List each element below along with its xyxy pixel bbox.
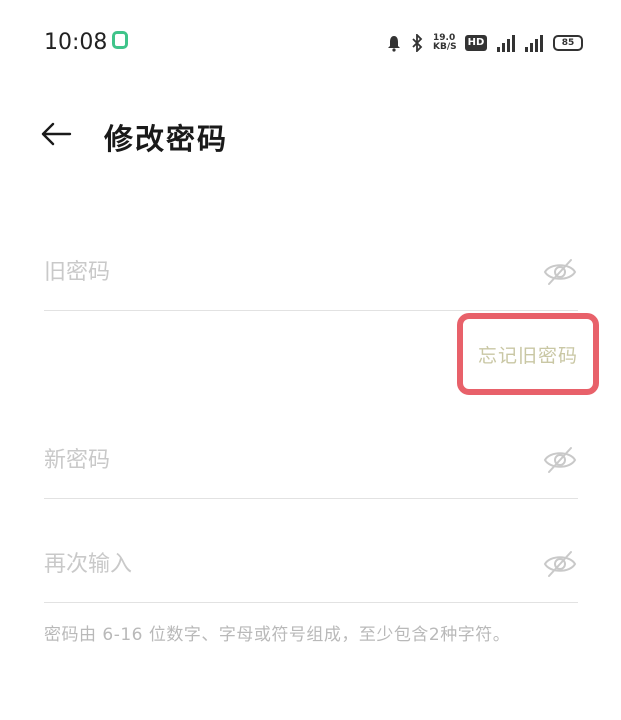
network-speed: 19.0 KB/S <box>433 34 457 52</box>
eye-off-icon <box>543 447 577 473</box>
network-speed-unit: KB/S <box>433 42 457 52</box>
header: 修改密码 <box>0 100 621 170</box>
old-password-input[interactable] <box>44 250 504 294</box>
old-password-field <box>44 240 578 311</box>
new-password-input[interactable] <box>44 438 504 482</box>
eye-off-icon <box>543 259 577 285</box>
confirm-password-field <box>44 532 578 603</box>
confirm-password-input[interactable] <box>44 542 504 586</box>
password-hint: 密码由 6-16 位数字、字母或符号组成，至少包含2种字符。 <box>44 625 511 645</box>
bluetooth-icon <box>412 34 423 52</box>
bell-muted-icon <box>388 36 400 52</box>
forgot-password-highlight: 忘记旧密码 <box>457 313 599 395</box>
signal-icon-2 <box>525 34 543 52</box>
signal-icon <box>497 34 515 52</box>
confirm-password-visibility-toggle[interactable] <box>542 546 578 582</box>
battery-icon: 85 <box>553 35 583 51</box>
status-bar: 10:08 19.0 KB/S HD 85 <box>0 0 621 90</box>
back-button[interactable] <box>38 116 74 152</box>
arrow-left-icon <box>41 122 72 146</box>
new-password-field <box>44 428 578 499</box>
new-password-visibility-toggle[interactable] <box>542 442 578 478</box>
eye-off-icon <box>543 551 577 577</box>
app-indicator-icon <box>112 31 128 49</box>
page-title: 修改密码 <box>104 122 229 156</box>
forgot-old-password-link[interactable]: 忘记旧密码 <box>478 341 578 368</box>
status-time: 10:08 <box>44 30 108 55</box>
status-icons: 19.0 KB/S HD 85 <box>387 30 583 56</box>
hd-badge: HD <box>465 35 487 51</box>
old-password-visibility-toggle[interactable] <box>542 254 578 290</box>
